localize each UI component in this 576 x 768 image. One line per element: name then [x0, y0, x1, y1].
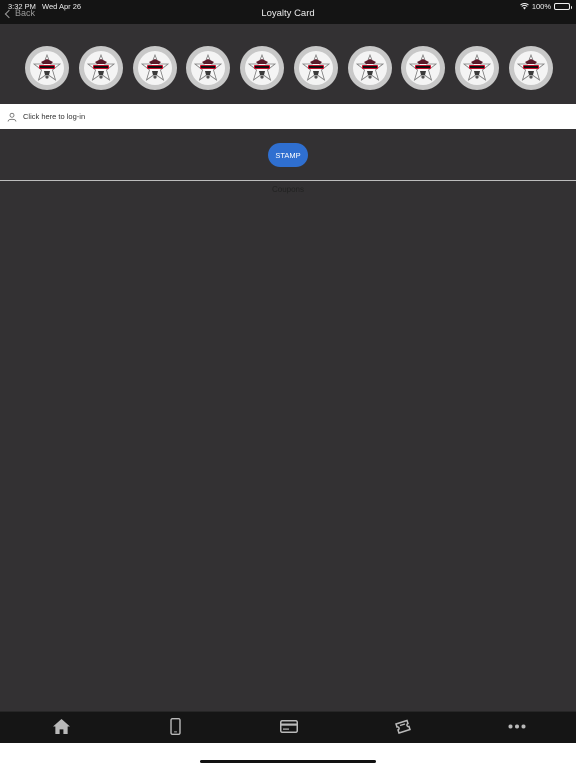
- stamp-logo-icon: [460, 51, 495, 85]
- stamp-logo-icon: [513, 51, 548, 85]
- stamp-slot: [78, 46, 123, 90]
- stamp-slot: [347, 46, 392, 90]
- stamp-logo-icon: [298, 51, 333, 85]
- home-indicator-area: [0, 743, 576, 768]
- status-bar: 3:32 PM Wed Apr 26 100% Back Loyalty Car…: [0, 0, 576, 24]
- tab-card[interactable]: [279, 716, 299, 736]
- stamp-logo-icon: [191, 51, 226, 85]
- tickets-icon: [394, 719, 411, 734]
- card-icon: [280, 719, 298, 733]
- stamp-slot: [186, 46, 231, 90]
- user-icon: [7, 112, 17, 122]
- stamp-logo-icon: [83, 51, 118, 85]
- login-link[interactable]: Click here to log-in: [23, 112, 85, 121]
- stamp-slot: [240, 46, 285, 90]
- stamp-slot: [401, 46, 446, 90]
- stamp-slot: [25, 46, 69, 90]
- stamp-logo-icon: [137, 51, 172, 85]
- divider: [0, 180, 576, 181]
- stamp-slot: [455, 46, 500, 90]
- stamp-button[interactable]: STAMP: [268, 143, 308, 167]
- tab-home[interactable]: [51, 716, 71, 736]
- stamp-logo-icon: [245, 51, 280, 85]
- stamp-logo-icon: [406, 51, 441, 85]
- home-icon: [52, 718, 70, 734]
- tab-bar: [0, 711, 576, 743]
- stamp-logo-icon: [352, 51, 387, 85]
- stamp-slot: [293, 46, 338, 90]
- more-icon: [508, 724, 526, 728]
- coupons-heading: Coupons: [271, 185, 305, 194]
- phone-icon: [169, 717, 181, 735]
- stamp-row: [25, 46, 553, 92]
- page-title: Loyalty Card: [261, 8, 315, 19]
- tab-phone[interactable]: [165, 716, 185, 736]
- tab-tickets[interactable]: [393, 716, 413, 736]
- stamp-slot: [132, 46, 177, 90]
- tab-more[interactable]: [507, 716, 527, 736]
- stamp-slot: [508, 46, 553, 90]
- login-bar[interactable]: Click here to log-in: [0, 104, 576, 129]
- home-indicator[interactable]: [200, 760, 376, 763]
- stamp-logo-icon: [30, 51, 64, 85]
